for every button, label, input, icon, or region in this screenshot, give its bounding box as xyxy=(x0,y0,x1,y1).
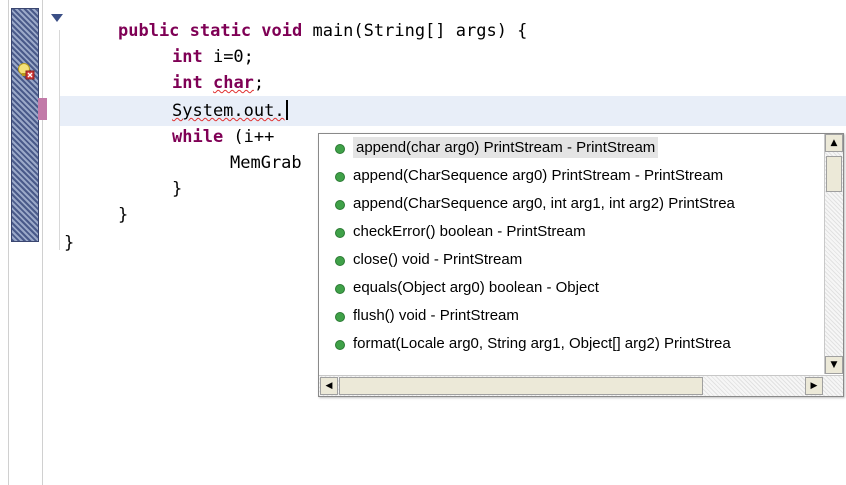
keyword: while xyxy=(172,127,224,147)
code-line-2: int i=0; xyxy=(172,46,254,68)
keyword: int xyxy=(172,73,203,93)
autocomplete-item[interactable]: flush() void - PrintStream xyxy=(319,302,825,330)
code-text: MemGrab xyxy=(230,153,302,173)
public-method-icon xyxy=(335,256,345,266)
error-squiggle-word[interactable]: char xyxy=(213,73,254,93)
scroll-left-button[interactable]: ◀ xyxy=(320,377,338,395)
vertical-scroll-thumb[interactable] xyxy=(826,156,842,192)
public-method-icon xyxy=(335,340,345,350)
code-text: } xyxy=(172,179,183,199)
autocomplete-item[interactable]: format(Locale arg0, String arg1, Object[… xyxy=(319,330,825,358)
keyword: public static void xyxy=(118,21,303,41)
code-line-7: } xyxy=(172,178,182,200)
scroll-down-button[interactable]: ▼ xyxy=(825,356,843,374)
autocomplete-item[interactable]: checkError() boolean - PrintStream xyxy=(319,218,825,246)
code-line-3: int char; xyxy=(172,72,264,94)
code-text: ; xyxy=(253,73,265,93)
code-line-1: public static void main(String[] args) { xyxy=(118,20,527,42)
code-text: i=0; xyxy=(202,47,254,67)
code-text: } xyxy=(64,233,75,253)
code-text: System.out. xyxy=(172,101,285,121)
public-method-icon xyxy=(335,172,345,182)
autocomplete-item[interactable]: append(CharSequence arg0) PrintStream - … xyxy=(319,162,825,190)
public-method-icon xyxy=(335,144,345,154)
public-method-icon xyxy=(335,228,345,238)
horizontal-scrollbar[interactable]: ◀ ▶ xyxy=(319,375,843,396)
public-method-icon xyxy=(335,312,345,322)
horizontal-scroll-thumb[interactable] xyxy=(339,377,703,395)
autocomplete-item[interactable]: append(CharSequence arg0, int arg1, int … xyxy=(319,190,825,218)
code-line-9: } xyxy=(64,232,74,254)
autocomplete-item[interactable]: append(char arg0) PrintStream - PrintStr… xyxy=(319,134,825,162)
scroll-up-button[interactable]: ▲ xyxy=(825,134,843,152)
code-text: } xyxy=(118,205,129,225)
autocomplete-item[interactable]: equals(Object arg0) boolean - Object xyxy=(319,274,825,302)
keyword: int xyxy=(172,47,203,67)
code-line-5: while (i++ xyxy=(172,126,274,148)
fold-guide-line xyxy=(59,30,60,250)
error-lightbulb-icon[interactable] xyxy=(17,62,35,80)
autocomplete-item[interactable]: close() void - PrintStream xyxy=(319,246,825,274)
code-line-6: MemGrab xyxy=(230,152,302,174)
autocomplete-popup[interactable]: append(char arg0) PrintStream - PrintStr… xyxy=(318,133,844,397)
code-text: (i++ xyxy=(223,127,275,147)
autocomplete-list[interactable]: append(char arg0) PrintStream - PrintStr… xyxy=(319,134,825,374)
public-method-icon xyxy=(335,200,345,210)
fold-collapse-icon[interactable] xyxy=(51,14,63,22)
code-line-8: } xyxy=(118,204,128,226)
code-text: main(String[] args) { xyxy=(302,21,528,41)
public-method-icon xyxy=(335,284,345,294)
scope-indicator xyxy=(11,8,39,242)
vertical-scrollbar[interactable]: ▲ ▼ xyxy=(824,134,843,374)
code-line-4: System.out. xyxy=(172,100,288,122)
error-marker-bar xyxy=(38,98,47,120)
scroll-right-button[interactable]: ▶ xyxy=(805,377,823,395)
text-caret xyxy=(285,100,288,120)
